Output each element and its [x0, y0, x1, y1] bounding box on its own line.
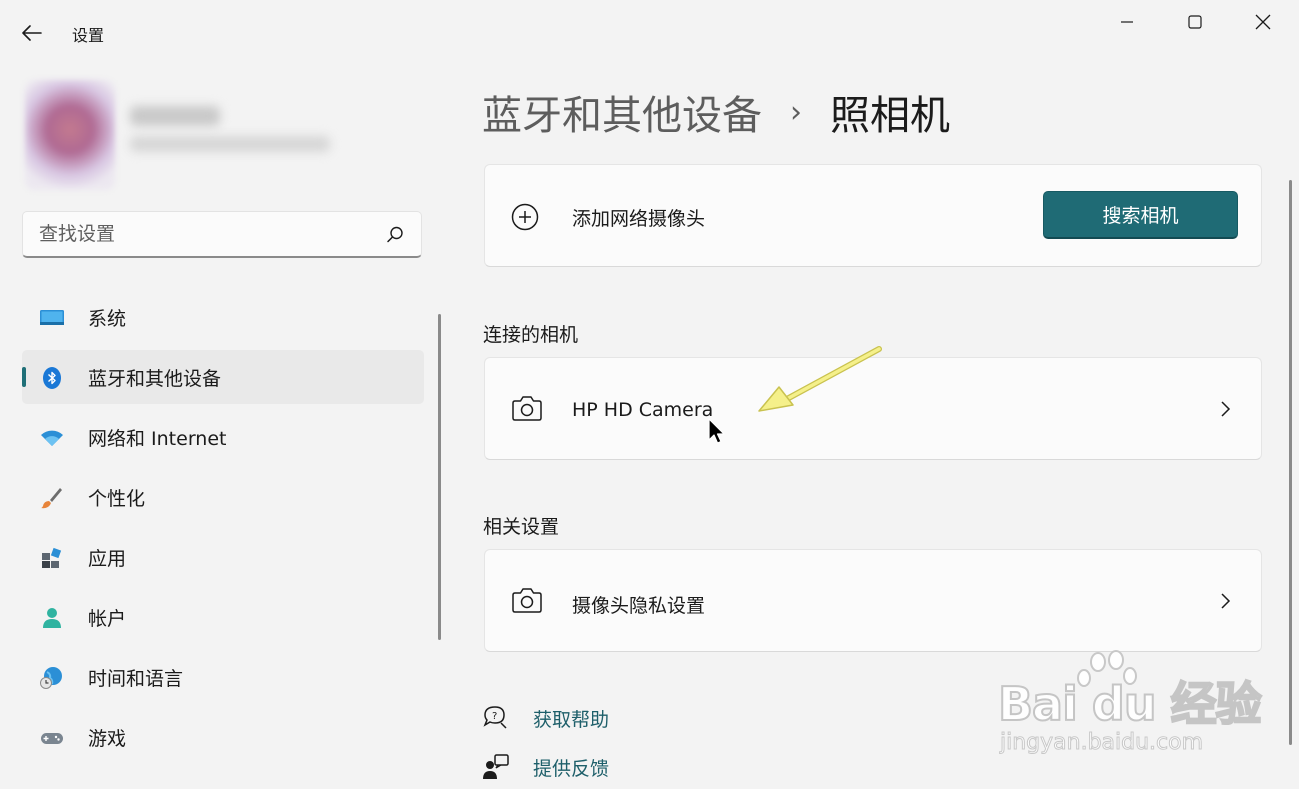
close-icon	[1255, 14, 1271, 30]
search-input[interactable]	[23, 212, 373, 256]
account-icon	[43, 608, 61, 628]
camera-icon	[512, 588, 542, 613]
gamepad-icon	[41, 733, 63, 744]
get-help-link[interactable]: ? 获取帮助	[482, 703, 609, 733]
annotation-arrow-icon	[758, 346, 882, 412]
breadcrumb: 蓝牙和其他设备 › 照相机	[482, 84, 950, 140]
svg-text:?: ?	[492, 711, 497, 722]
search-box[interactable]	[22, 211, 422, 258]
brush-icon	[41, 488, 62, 509]
chevron-right-icon	[1221, 401, 1231, 417]
sidebar-item-apps[interactable]: 应用	[22, 530, 424, 584]
sidebar-scrollbar[interactable]	[438, 314, 441, 640]
search-cameras-button[interactable]: 搜索相机	[1043, 191, 1238, 239]
sidebar-item-label: 帐户	[88, 607, 127, 630]
minimize-button[interactable]	[1092, 0, 1162, 44]
help-chat-icon: ?	[483, 706, 507, 729]
page-title: 照相机	[830, 93, 950, 139]
sidebar-item-system[interactable]: 系统	[22, 290, 424, 344]
sidebar-item-label: 网络和 Internet	[88, 427, 227, 450]
sidebar-nav: 系统 蓝牙和其他设备 网络和 Internet 个性化 应用 帐户 时间和语言 …	[22, 290, 424, 770]
maximize-icon	[1188, 15, 1202, 29]
profile-name-blurred	[130, 106, 220, 126]
sidebar-item-label: 应用	[88, 547, 127, 570]
sidebar-item-label: 个性化	[88, 487, 146, 510]
sidebar-item-time-language[interactable]: 时间和语言	[22, 650, 424, 704]
add-network-camera-label: 添加网络摄像头	[572, 208, 706, 230]
app-title: 设置	[72, 26, 105, 45]
maximize-button[interactable]	[1160, 0, 1230, 44]
sidebar-item-gaming[interactable]: 游戏	[22, 710, 424, 764]
sidebar-item-label: 游戏	[88, 727, 127, 750]
profile-email-blurred	[130, 136, 330, 152]
sidebar-item-bluetooth[interactable]: 蓝牙和其他设备	[22, 350, 424, 404]
breadcrumb-separator: ›	[790, 94, 802, 130]
camera-name: HP HD Camera	[572, 399, 714, 421]
search-icon[interactable]	[385, 225, 405, 245]
globe-clock-icon	[40, 667, 62, 689]
watermark-url: jingyan.baidu.com	[999, 730, 1204, 756]
add-circle-icon	[511, 203, 539, 231]
avatar[interactable]	[25, 80, 115, 190]
close-button[interactable]	[1228, 0, 1298, 44]
wifi-icon	[41, 430, 63, 446]
sidebar-item-label: 蓝牙和其他设备	[88, 367, 222, 390]
camera-privacy-settings-item[interactable]: 摄像头隐私设置	[484, 549, 1262, 652]
main-scrollbar[interactable]	[1289, 180, 1292, 745]
bluetooth-icon	[43, 367, 61, 389]
sidebar-item-network[interactable]: 网络和 Internet	[22, 410, 424, 464]
sidebar-item-accounts[interactable]: 帐户	[22, 590, 424, 644]
give-feedback-label[interactable]: 提供反馈	[533, 754, 609, 781]
give-feedback-link[interactable]: 提供反馈	[482, 752, 609, 782]
watermark-brand: Bai du 经验	[997, 676, 1263, 732]
get-help-label[interactable]: 获取帮助	[533, 705, 609, 732]
back-arrow-icon	[22, 25, 42, 41]
add-network-camera-card: 添加网络摄像头 搜索相机	[484, 164, 1262, 267]
apps-icon	[42, 547, 62, 568]
title-bar: 设置	[0, 0, 1299, 66]
sidebar-item-label: 时间和语言	[88, 667, 184, 690]
chevron-right-icon	[1221, 593, 1231, 609]
monitor-icon	[40, 310, 64, 325]
feedback-icon	[483, 754, 509, 779]
back-button[interactable]	[14, 16, 50, 50]
connected-cameras-heading: 连接的相机	[483, 324, 579, 346]
breadcrumb-parent[interactable]: 蓝牙和其他设备	[482, 83, 762, 141]
minimize-icon	[1121, 21, 1133, 23]
camera-privacy-settings-label: 摄像头隐私设置	[572, 595, 706, 617]
camera-icon	[512, 396, 542, 421]
sidebar-item-personalization[interactable]: 个性化	[22, 470, 424, 524]
mouse-cursor-icon	[708, 418, 725, 444]
sidebar-item-label: 系统	[88, 307, 127, 330]
related-settings-heading: 相关设置	[483, 516, 560, 538]
